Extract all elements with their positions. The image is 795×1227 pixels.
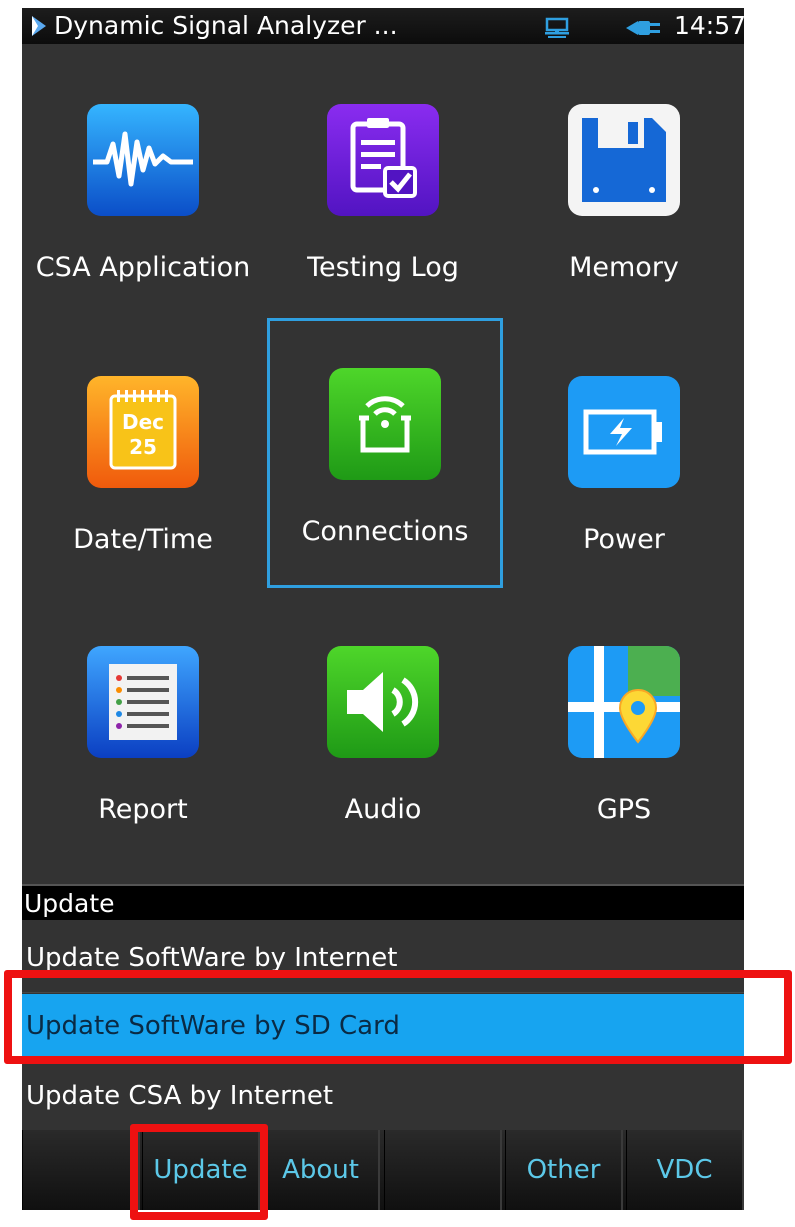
app-logo-icon bbox=[26, 8, 54, 44]
window-title: Dynamic Signal Analyzer ... bbox=[54, 11, 398, 40]
tab-empty-1[interactable] bbox=[22, 1130, 140, 1210]
tab-about[interactable]: About bbox=[262, 1130, 380, 1210]
highlight-box-sd-card bbox=[4, 970, 792, 1064]
app-label: Date/Time bbox=[73, 524, 213, 555]
plug-icon bbox=[624, 14, 664, 38]
speaker-icon bbox=[327, 646, 439, 758]
clipboard-check-icon bbox=[327, 104, 439, 216]
wireless-icon bbox=[329, 368, 441, 480]
calendar-icon: Dec 25 bbox=[87, 376, 199, 488]
tab-other[interactable]: Other bbox=[505, 1130, 623, 1210]
waveform-icon bbox=[87, 104, 199, 216]
clock: 14:57 bbox=[674, 11, 744, 40]
app-label: Audio bbox=[344, 794, 422, 825]
network-icon bbox=[542, 14, 572, 38]
floppy-disk-icon bbox=[568, 104, 680, 216]
app-label: GPS bbox=[596, 794, 652, 825]
menu-item-update-csa-internet[interactable]: Update CSA by Internet bbox=[22, 1064, 744, 1128]
app-label: Power bbox=[583, 524, 665, 555]
calendar-day: 25 bbox=[129, 435, 157, 459]
app-label: Connections bbox=[301, 516, 469, 547]
app-gps[interactable]: GPS bbox=[506, 596, 742, 866]
app-audio[interactable]: Audio bbox=[265, 596, 501, 866]
update-panel-header: Update bbox=[22, 884, 744, 920]
app-label: CSA Application bbox=[35, 252, 251, 283]
app-connections[interactable]: Connections bbox=[267, 318, 503, 588]
app-label: Testing Log bbox=[307, 252, 459, 283]
app-power[interactable]: Power bbox=[506, 326, 742, 596]
list-icon bbox=[87, 646, 199, 758]
tab-vdc[interactable]: VDC bbox=[626, 1130, 744, 1210]
map-pin-icon bbox=[568, 646, 680, 758]
app-label: Memory bbox=[569, 252, 679, 283]
battery-icon bbox=[568, 376, 680, 488]
status-bar: Dynamic Signal Analyzer ... 14:57 bbox=[22, 8, 744, 44]
app-csa-application[interactable]: CSA Application bbox=[25, 54, 261, 324]
app-date-time[interactable]: Dec 25 Date/Time bbox=[25, 326, 261, 596]
calendar-month: Dec bbox=[122, 410, 164, 434]
app-testing-log[interactable]: Testing Log bbox=[265, 54, 501, 324]
app-report[interactable]: Report bbox=[25, 596, 261, 866]
highlight-box-update-tab bbox=[130, 1124, 268, 1220]
app-label: Report bbox=[98, 794, 188, 825]
tab-empty-2[interactable] bbox=[384, 1130, 502, 1210]
app-memory[interactable]: Memory bbox=[506, 54, 742, 324]
